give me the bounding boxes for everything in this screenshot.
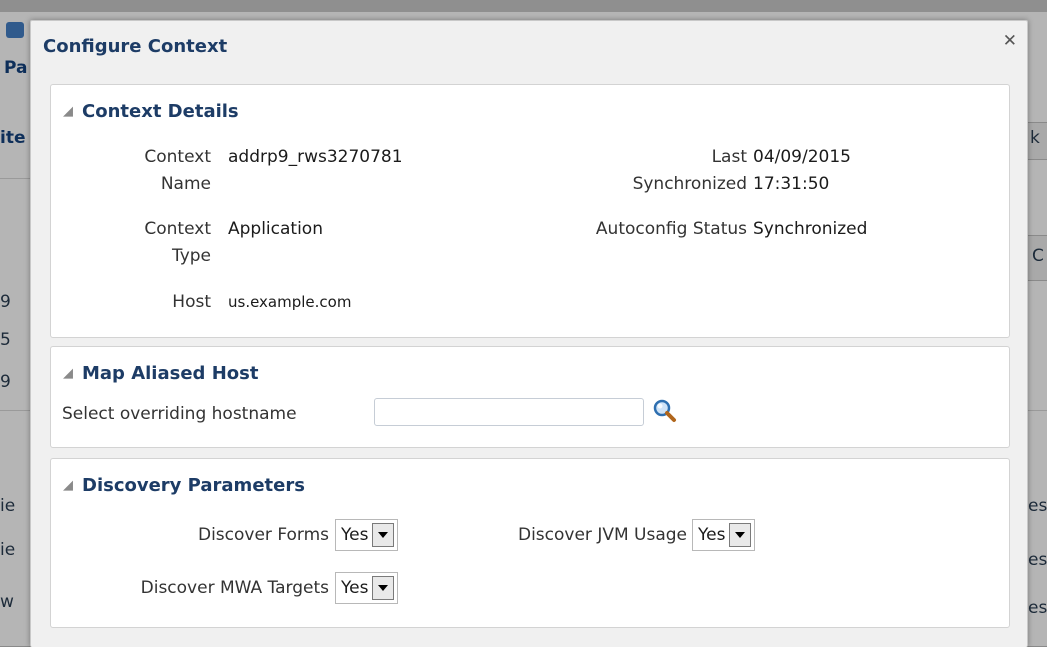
- collapse-triangle-icon[interactable]: ◢: [63, 366, 73, 381]
- host-value: us.example.com: [228, 293, 352, 311]
- discover-jvm-usage-label: Discover JVM Usage: [517, 525, 687, 545]
- map-aliased-host-title: Map Aliased Host: [82, 363, 259, 384]
- chevron-down-icon[interactable]: [372, 576, 395, 600]
- context-details-panel: ◢ Context Details Context Name addrp9_rw…: [50, 84, 1010, 338]
- background-app-icon: [6, 22, 24, 38]
- chevron-down-icon[interactable]: [729, 523, 752, 547]
- background-text: ie: [0, 496, 16, 516]
- discover-mwa-targets-select[interactable]: Yes: [335, 572, 399, 604]
- search-icon[interactable]: [652, 398, 678, 428]
- context-name-label: Context Name: [144, 147, 211, 194]
- context-type-value: Application: [228, 219, 323, 239]
- map-aliased-host-panel: ◢ Map Aliased Host Select overriding hos…: [50, 346, 1010, 448]
- discovery-parameters-panel: ◢ Discovery Parameters Discover Forms Ye…: [50, 458, 1010, 628]
- discover-forms-label: Discover Forms: [197, 525, 329, 545]
- context-type-label: Context Type: [144, 219, 211, 266]
- context-details-title: Context Details: [82, 101, 239, 122]
- discover-forms-select[interactable]: Yes: [335, 519, 399, 551]
- autoconfig-status-label: Autoconfig Status: [595, 219, 747, 239]
- background-text: 9: [0, 372, 11, 392]
- discover-jvm-usage-select[interactable]: Yes: [692, 519, 756, 551]
- discover-forms-value: Yes: [341, 525, 369, 545]
- overriding-hostname-label: Select overriding hostname: [62, 404, 297, 424]
- background-text: ie: [0, 540, 16, 560]
- context-name-value: addrp9_rws3270781: [228, 147, 403, 167]
- chevron-down-icon[interactable]: [372, 523, 395, 547]
- background-divider: [0, 178, 30, 179]
- map-aliased-host-header[interactable]: ◢ Map Aliased Host: [63, 363, 258, 384]
- last-synchronized-value: 04/09/2015 17:31:50: [753, 147, 851, 194]
- background-text: 9: [0, 292, 11, 312]
- background-text: ite: [0, 128, 26, 148]
- collapse-triangle-icon[interactable]: ◢: [63, 478, 73, 493]
- background-text: 5: [0, 330, 11, 350]
- background-text: Pa: [4, 58, 28, 78]
- collapse-triangle-icon[interactable]: ◢: [63, 104, 73, 119]
- host-label: Host: [172, 292, 211, 312]
- overriding-hostname-input[interactable]: [374, 398, 644, 426]
- discover-jvm-usage-value: Yes: [698, 525, 726, 545]
- close-icon[interactable]: ✕: [1003, 33, 1017, 50]
- background-text: w: [0, 592, 14, 612]
- last-synchronized-label: Last Synchronized: [632, 147, 747, 194]
- background-text: es: [1028, 598, 1047, 618]
- discovery-parameters-title: Discovery Parameters: [82, 475, 305, 496]
- background-top-bar: [0, 0, 1047, 12]
- background-divider: [1027, 410, 1047, 411]
- background-text: C: [1032, 246, 1044, 266]
- autoconfig-status-value: Synchronized: [753, 219, 868, 239]
- background-divider: [0, 410, 30, 411]
- background-text: es: [1028, 496, 1047, 516]
- discovery-parameters-header[interactable]: ◢ Discovery Parameters: [63, 475, 305, 496]
- background-text: es: [1028, 550, 1047, 570]
- discover-mwa-targets-label: Discover MWA Targets: [140, 578, 329, 598]
- background-text: k: [1030, 128, 1040, 148]
- context-details-header[interactable]: ◢ Context Details: [63, 101, 239, 122]
- configure-context-dialog: Configure Context ✕ ◢ Context Details Co…: [30, 20, 1028, 647]
- dialog-title: Configure Context: [43, 36, 228, 57]
- discover-mwa-targets-value: Yes: [341, 578, 369, 598]
